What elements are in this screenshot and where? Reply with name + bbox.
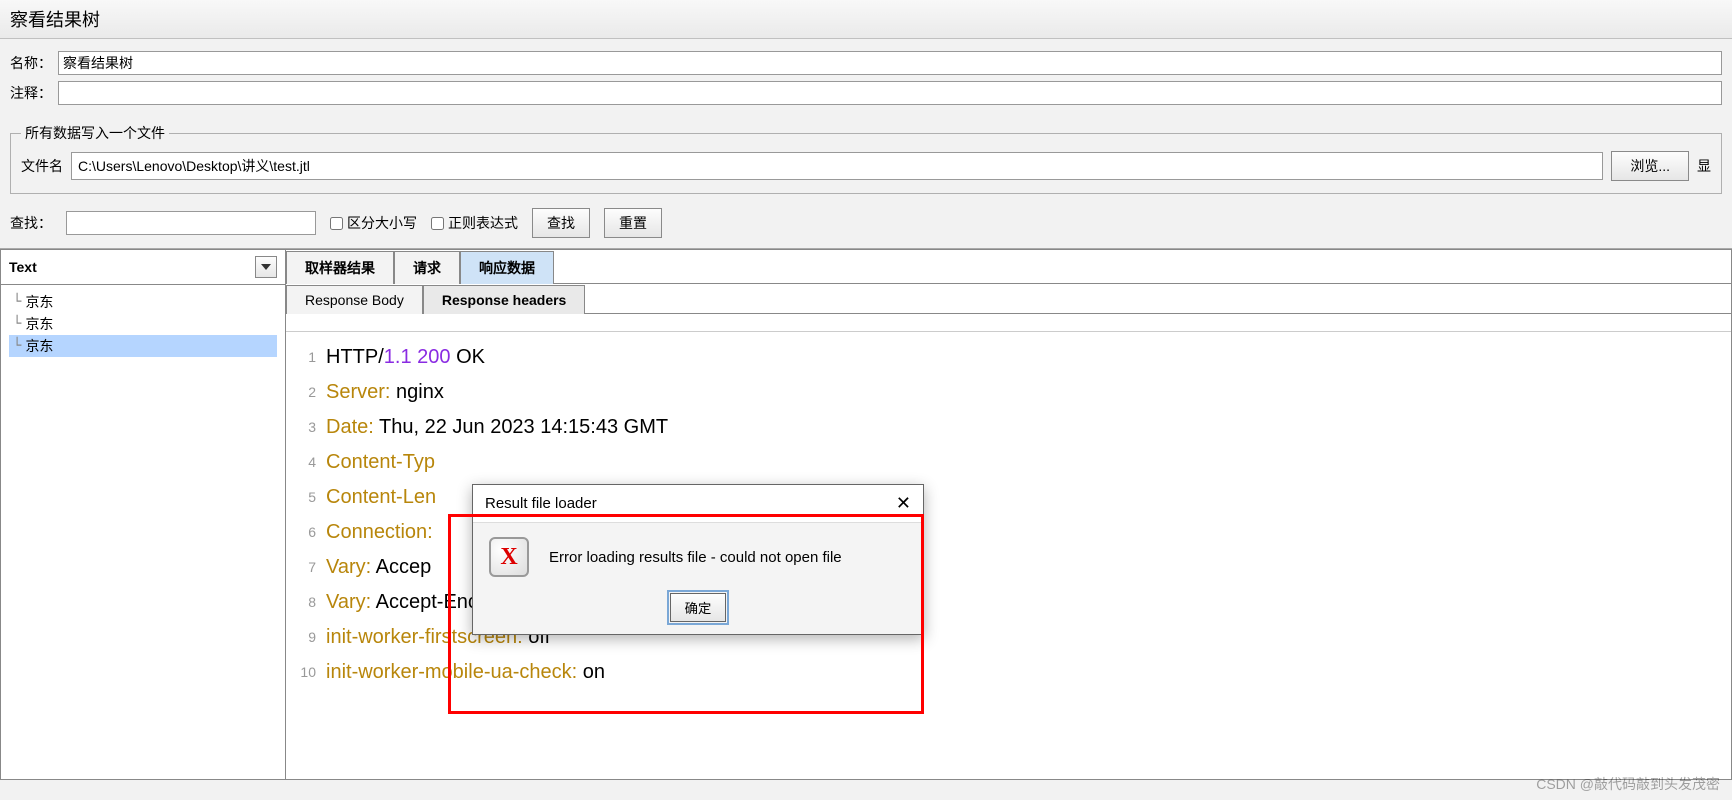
regex-checkbox-text: 正则表达式 [448,213,518,233]
line-gutter: 12345678910 [286,340,326,779]
tree-item-label: 京东 [25,336,53,356]
search-bar: 查找： 区分大小写 正则表达式 查找 重置 [10,208,1722,238]
search-input[interactable] [66,211,316,235]
tree-item[interactable]: └ 京东 [9,313,277,335]
primary-tab[interactable]: 请求 [394,251,460,284]
case-checkbox[interactable] [330,217,343,230]
close-icon[interactable]: ✕ [896,493,911,514]
file-label: 文件名 [21,156,63,176]
fieldset-legend: 所有数据写入一个文件 [21,123,169,143]
file-fieldset: 所有数据写入一个文件 文件名 浏览... 显 [10,123,1722,194]
secondary-tab[interactable]: Response headers [423,285,586,314]
primary-tabs: 取样器结果请求响应数据 [286,250,1731,284]
header-line: Content-Typ [326,445,668,480]
window-title: 察看结果树 [0,0,1732,39]
tree-combo-label: Text [9,259,37,275]
header-line: Date: Thu, 22 Jun 2023 14:15:43 GMT [326,410,668,445]
secondary-tabs: Response BodyResponse headers [286,284,1731,314]
tree-body: └ 京东└ 京东└ 京东 [1,285,285,779]
reset-button[interactable]: 重置 [604,208,662,238]
regex-checkbox[interactable] [431,217,444,230]
header-line: Server: nginx [326,375,668,410]
case-checkbox-text: 区分大小写 [347,213,417,233]
dialog-title: Result file loader [485,495,597,512]
comment-label: 注释： [10,83,58,103]
name-label: 名称： [10,53,58,73]
file-input[interactable] [71,152,1603,180]
error-dialog: Result file loader ✕ X Error loading res… [472,484,924,635]
find-button[interactable]: 查找 [532,208,590,238]
tree-combo[interactable]: Text [1,250,285,285]
tree-item[interactable]: └ 京东 [9,335,277,357]
tree-item-label: 京东 [25,314,53,334]
header-form: 名称： 注释： [0,39,1732,117]
secondary-tab[interactable]: Response Body [286,285,423,314]
search-label: 查找： [10,213,52,233]
error-icon: X [489,537,529,577]
tree-item[interactable]: └ 京东 [9,291,277,313]
regex-checkbox-label[interactable]: 正则表达式 [431,213,518,233]
extra-trunc-label: 显 [1697,156,1711,176]
tree-panel: Text └ 京东└ 京东└ 京东 [0,249,286,780]
primary-tab[interactable]: 响应数据 [460,251,554,284]
case-checkbox-label[interactable]: 区分大小写 [330,213,417,233]
browse-button[interactable]: 浏览... [1611,151,1689,181]
mini-toolbar [286,314,1731,332]
primary-tab[interactable]: 取样器结果 [286,251,394,284]
header-line: HTTP/1.1 200 OK [326,340,668,375]
dialog-ok-button[interactable]: 确定 [670,593,727,622]
name-input[interactable] [58,51,1722,75]
header-line: init-worker-mobile-ua-check: on [326,655,668,690]
watermark: CSDN @敲代码敲到头发茂密 [1536,774,1720,794]
chevron-down-icon[interactable] [255,256,277,278]
comment-input[interactable] [58,81,1722,105]
dialog-message: Error loading results file - could not o… [549,549,842,566]
tree-item-label: 京东 [25,292,53,312]
